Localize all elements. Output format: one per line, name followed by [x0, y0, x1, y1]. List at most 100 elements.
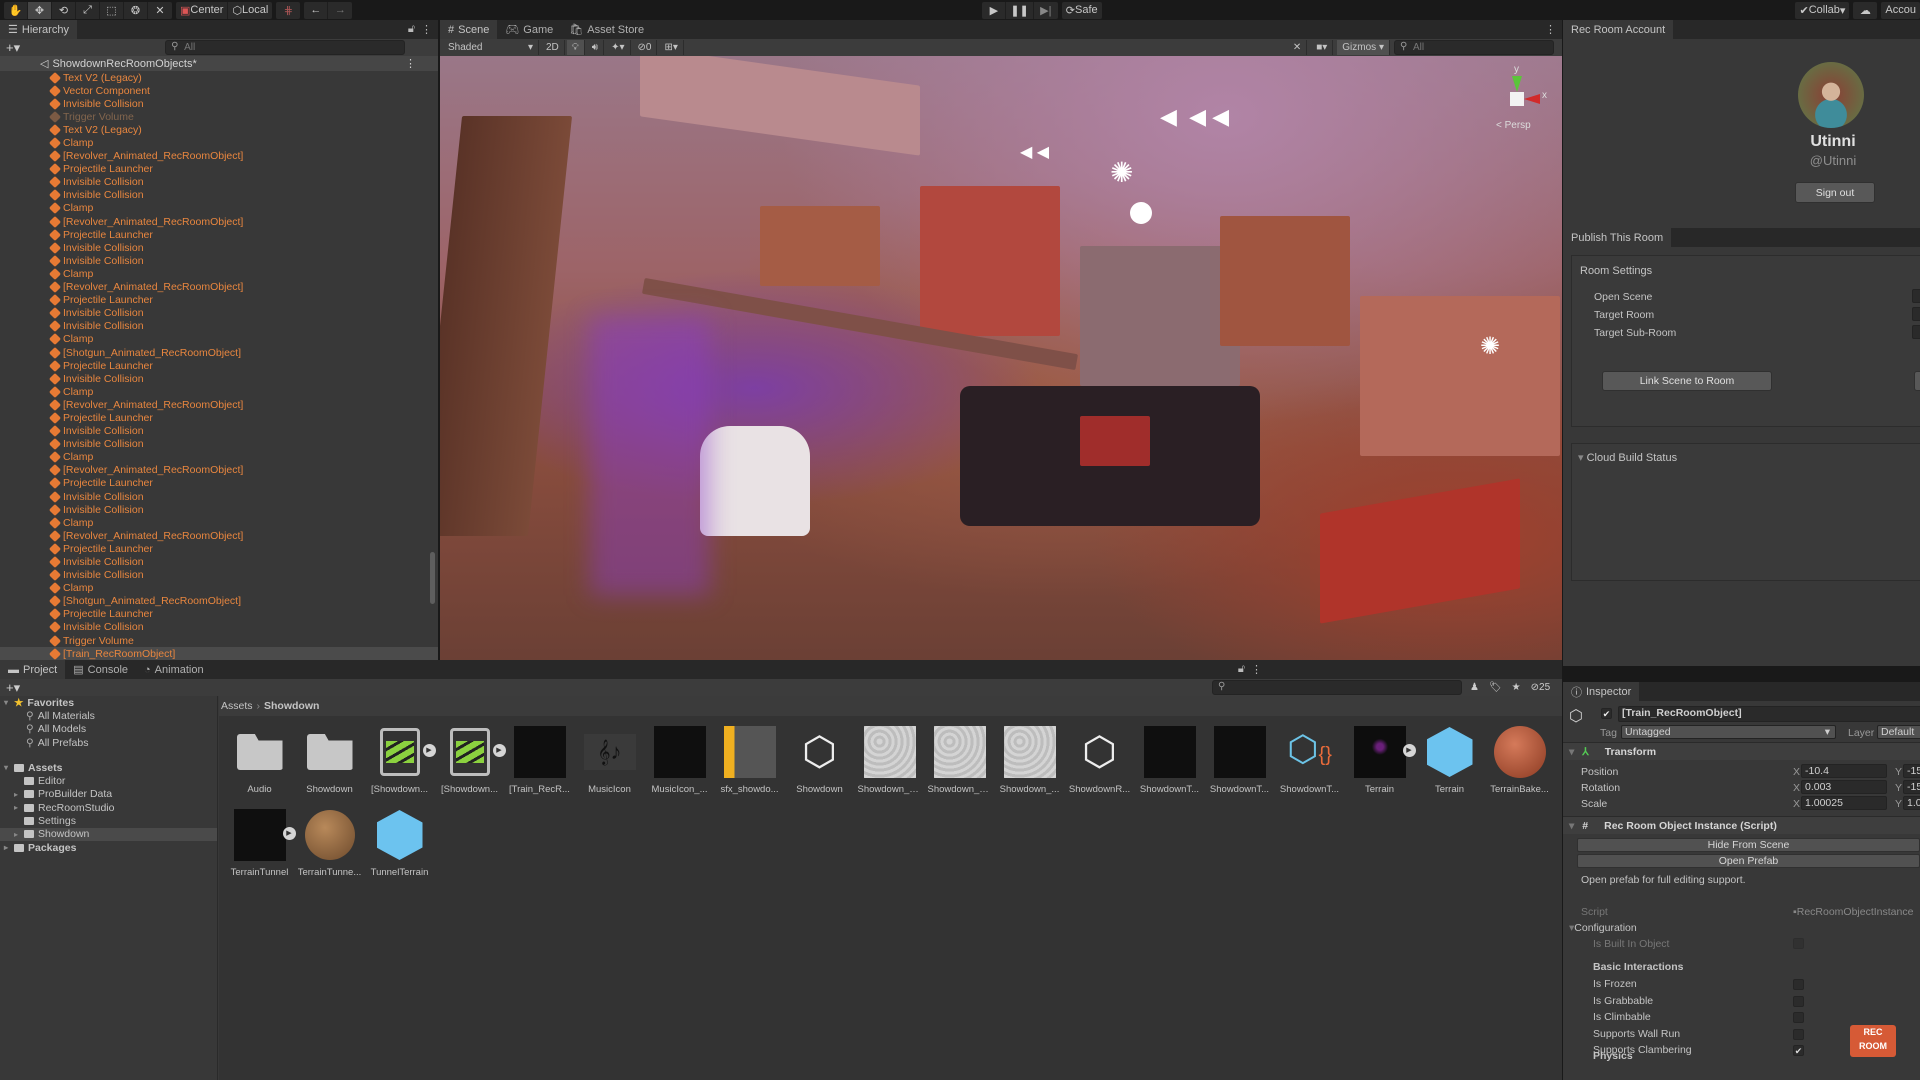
- tab-inspector[interactable]: ⓘ Inspector: [1563, 682, 1640, 701]
- toggle-checkbox[interactable]: [1793, 1012, 1804, 1023]
- tab-scene[interactable]: # Scene: [440, 20, 498, 39]
- safe-mode-button[interactable]: ⟳ Safe: [1062, 2, 1102, 19]
- more-menu-icon[interactable]: ⋮: [1545, 23, 1556, 36]
- hierarchy-item[interactable]: Clamp: [0, 136, 438, 150]
- back-arrow-icon[interactable]: ←: [304, 1, 329, 19]
- toggle-checkbox[interactable]: [1793, 1028, 1804, 1040]
- asset-item[interactable]: ▶ TerrainTunnel: [231, 809, 296, 878]
- asset-item[interactable]: Showdown: [301, 726, 358, 795]
- hierarchy-item[interactable]: Projectile Launcher: [0, 359, 438, 372]
- rotation-x-field[interactable]: 0.003: [1801, 780, 1887, 794]
- configuration-foldout[interactable]: ▾Configuration: [1569, 922, 1637, 934]
- asset-item[interactable]: ShowdownT...: [1210, 726, 1269, 795]
- sign-out-button[interactable]: Sign out: [1795, 182, 1875, 203]
- hide-from-scene-button[interactable]: Hide From Scene: [1577, 838, 1920, 852]
- filter-label-icon[interactable]: 🏷︎: [1489, 682, 1502, 693]
- tab-hierarchy[interactable]: ☰ Hierarchy: [0, 20, 77, 39]
- breadcrumb-assets[interactable]: Assets: [221, 700, 253, 712]
- expand-play-icon[interactable]: ▶: [1402, 744, 1416, 757]
- camera-dropdown-icon[interactable]: ■▾: [1311, 40, 1334, 55]
- hierarchy-item[interactable]: Clamp: [0, 582, 438, 595]
- hidden-objects-toggle[interactable]: ⊘ 0: [632, 40, 658, 55]
- expand-play-icon[interactable]: ▶: [492, 744, 506, 757]
- hierarchy-item[interactable]: Projectile Launcher: [0, 477, 438, 490]
- hierarchy-item[interactable]: [Revolver_Animated_RecRoomObject]: [0, 215, 438, 228]
- cloud-build-status-toggle[interactable]: ▾ Cloud Build Status: [1578, 451, 1677, 464]
- hierarchy-item[interactable]: Invisible Collision: [0, 320, 438, 333]
- toggle-checkbox[interactable]: ✔: [1793, 1045, 1804, 1056]
- scale-y-field[interactable]: 1.00: [1903, 796, 1920, 810]
- position-x-field[interactable]: -10.4: [1801, 764, 1887, 778]
- hierarchy-item[interactable]: Projectile Launcher: [0, 228, 438, 241]
- toggle-checkbox[interactable]: [1793, 979, 1804, 990]
- more-menu-icon[interactable]: ⋮: [421, 23, 432, 36]
- asset-item[interactable]: ⬡ ShowdownR...: [1069, 726, 1130, 795]
- grid-snap-icon[interactable]: ⋕: [276, 2, 300, 19]
- folder-tree-item[interactable]: ▸ ProBuilder Data: [0, 788, 217, 801]
- target-sub-room-field[interactable]: [1912, 325, 1920, 339]
- filter-type-icon[interactable]: ♟: [1470, 682, 1479, 693]
- asset-item[interactable]: TerrainBake...: [1490, 726, 1549, 795]
- grid-dropdown-icon[interactable]: ⊞▾: [659, 40, 684, 55]
- hierarchy-item[interactable]: Invisible Collision: [0, 569, 438, 582]
- asset-item[interactable]: TunnelTerrain: [371, 809, 428, 878]
- asset-item[interactable]: Showdown_D...: [858, 726, 922, 795]
- lock-icon[interactable]: 🔓︎: [408, 23, 415, 36]
- move-tool-icon[interactable]: ✥: [28, 1, 52, 19]
- open-prefab-button[interactable]: Open Prefab: [1577, 854, 1920, 868]
- expand-arrow-icon[interactable]: ▸: [14, 830, 24, 839]
- cloud-icon[interactable]: ☁: [1853, 2, 1877, 19]
- hierarchy-scrollbar[interactable]: [430, 552, 435, 604]
- audio-toggle-icon[interactable]: 🔊︎: [586, 40, 605, 55]
- 2d-toggle[interactable]: 2D: [541, 40, 565, 55]
- hierarchy-item[interactable]: [Revolver_Animated_RecRoomObject]: [0, 398, 438, 411]
- axis-x-cone[interactable]: [1524, 94, 1540, 104]
- scene-search-input[interactable]: All: [1394, 40, 1554, 55]
- target-room-field[interactable]: [1912, 307, 1920, 321]
- hierarchy-item[interactable]: Invisible Collision: [0, 307, 438, 320]
- favorites-item[interactable]: ⚲ All Materials: [0, 709, 217, 722]
- hierarchy-item[interactable]: Clamp: [0, 202, 438, 215]
- tab-project[interactable]: ▬ Project: [0, 660, 66, 679]
- hierarchy-item[interactable]: [Revolver_Animated_RecRoomObject]: [0, 464, 438, 477]
- favorite-star-icon[interactable]: ★: [1512, 682, 1521, 693]
- hierarchy-item[interactable]: Invisible Collision: [0, 241, 438, 254]
- scene-viewport[interactable]: ✺ ◀ ◀ ◀ ◀ ◀ ✺ y x < Persp: [440, 56, 1562, 660]
- asset-item[interactable]: ⬡{} ShowdownT...: [1280, 726, 1339, 795]
- transform-tool-icon[interactable]: ❂: [124, 1, 148, 19]
- folder-tree-item[interactable]: ▸ RecRoomStudio: [0, 801, 217, 814]
- lighting-toggle-icon[interactable]: 💡︎: [566, 40, 585, 55]
- hierarchy-item[interactable]: [Revolver_Animated_RecRoomObject]: [0, 529, 438, 542]
- active-checkbox[interactable]: ✔: [1601, 708, 1612, 719]
- hierarchy-item[interactable]: Invisible Collision: [0, 372, 438, 385]
- hierarchy-item[interactable]: Trigger Volume: [0, 110, 438, 123]
- script-component-header[interactable]: ▾ # Rec Room Object Instance (Script): [1563, 816, 1920, 834]
- asset-item[interactable]: Showdown_F...: [928, 726, 992, 795]
- pivot-space-button[interactable]: ⬡ Local: [228, 2, 272, 19]
- hierarchy-item[interactable]: [Shotgun_Animated_RecRoomObject]: [0, 595, 438, 608]
- tab-animation[interactable]: ◔ Animation: [136, 660, 212, 679]
- asset-item[interactable]: ▶ [Showdown...: [441, 726, 506, 795]
- tag-dropdown[interactable]: Untagged ▾: [1621, 725, 1836, 739]
- hierarchy-item[interactable]: Clamp: [0, 333, 438, 346]
- hierarchy-search-input[interactable]: All: [165, 40, 406, 55]
- hierarchy-item[interactable]: Projectile Launcher: [0, 608, 438, 621]
- gizmos-dropdown[interactable]: Gizmos ▾: [1337, 40, 1390, 55]
- hidden-packages-toggle[interactable]: ⊘25: [1531, 682, 1551, 693]
- asset-item[interactable]: 𝄞♪ MusicIcon: [581, 726, 638, 795]
- asset-item[interactable]: Terrain: [1421, 726, 1478, 795]
- hierarchy-item[interactable]: Invisible Collision: [0, 254, 438, 267]
- layer-dropdown[interactable]: Default: [1877, 725, 1920, 739]
- step-icon[interactable]: ▶|: [1034, 2, 1058, 19]
- folder-tree-item[interactable]: Editor: [0, 774, 217, 787]
- hierarchy-item[interactable]: Text V2 (Legacy): [0, 123, 438, 136]
- hierarchy-item[interactable]: Projectile Launcher: [0, 542, 438, 555]
- expand-play-icon[interactable]: ▶: [282, 827, 296, 840]
- asset-item[interactable]: MusicIcon_...: [651, 726, 708, 795]
- create-add-button[interactable]: +▾: [6, 40, 20, 56]
- favorites-item[interactable]: ⚲ All Models: [0, 723, 217, 736]
- pivot-center-button[interactable]: ▣ Center: [176, 1, 229, 19]
- asset-item[interactable]: ▶ Terrain: [1351, 726, 1416, 795]
- create-add-button[interactable]: +▾: [6, 680, 20, 696]
- hierarchy-item[interactable]: Invisible Collision: [0, 490, 438, 503]
